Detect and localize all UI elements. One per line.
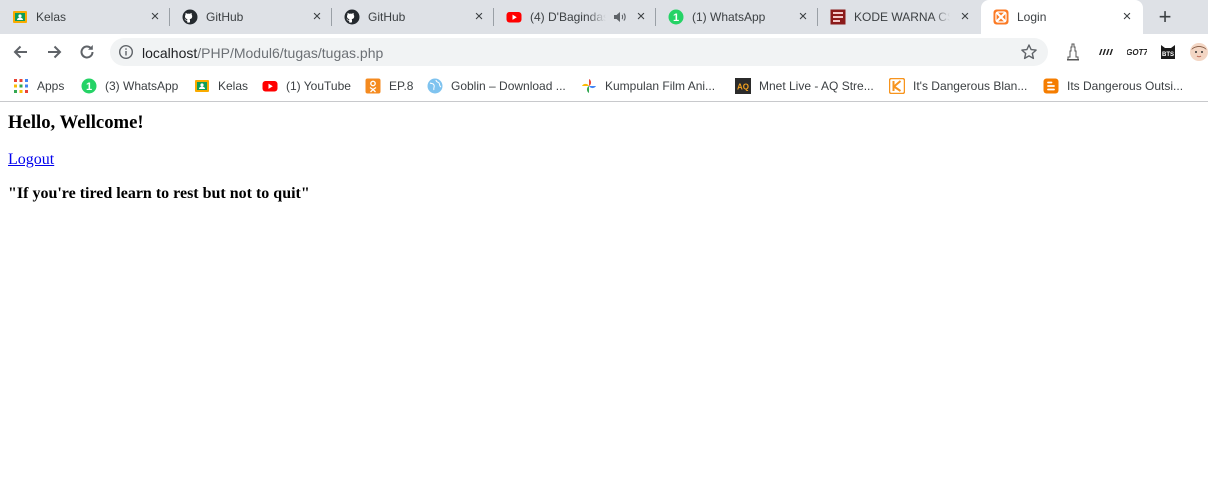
bookmark-label: Its Dangerous Outsi... — [1067, 79, 1184, 93]
github-icon — [344, 9, 360, 25]
tab-title: GitHub — [368, 10, 406, 24]
globe-icon — [427, 78, 443, 94]
tab-login-active[interactable]: Login × — [981, 0, 1143, 34]
google-classroom-icon — [13, 11, 27, 23]
tab-title: (1) WhatsApp — [692, 10, 766, 24]
svg-text:1: 1 — [673, 12, 679, 24]
quote-text: "If you're tired learn to rest but not t… — [8, 185, 310, 202]
close-tab-icon[interactable]: × — [796, 9, 810, 24]
bookmark-star-icon[interactable] — [1020, 43, 1038, 61]
url-host: localhost — [142, 45, 198, 61]
tab-github-2[interactable]: GitHub × — [332, 0, 494, 34]
bookmark-kumpulan-film[interactable]: Kumpulan Film Ani... — [581, 76, 715, 96]
profile-avatar-icon[interactable] — [1189, 42, 1208, 62]
blogger-icon — [1043, 78, 1059, 94]
bookmark-label: It's Dangerous Blan... — [913, 79, 1028, 93]
red-square-icon — [830, 9, 846, 25]
svg-text:BTS: BTS — [1162, 52, 1174, 58]
close-tab-icon[interactable]: × — [148, 9, 162, 24]
pinwheel-icon — [582, 79, 596, 93]
bookmark-label: Goblin – Download ... — [451, 79, 566, 93]
tab-kelas[interactable]: Kelas × — [0, 0, 170, 34]
svg-text:GOT7: GOT7 — [1127, 48, 1147, 57]
bookmark-label: Mnet Live - AQ Stre... — [759, 79, 874, 93]
bookmark-ep8[interactable]: EP.8 — [365, 76, 413, 96]
xampp-icon — [993, 9, 1009, 25]
bookmark-kelas[interactable]: Kelas — [194, 76, 248, 96]
bookmark-whatsapp[interactable]: 1 (3) WhatsApp — [81, 76, 178, 96]
youtube-icon — [506, 12, 522, 23]
bookmark-label: (3) WhatsApp — [105, 79, 179, 93]
bookmark-label: (1) YouTube — [286, 79, 351, 93]
extension-got7-icon[interactable]: GOT7 — [1127, 42, 1147, 62]
welcome-heading: Hello, Wellcome! — [8, 112, 144, 133]
close-tab-icon[interactable]: × — [958, 9, 972, 24]
tab-title: Login — [1017, 10, 1047, 24]
tab-title: (4) D'Bagindas — [530, 10, 606, 24]
site-info-icon[interactable] — [118, 44, 134, 60]
bookmark-label: Kumpulan Film Ani... — [605, 79, 716, 93]
tab-title: Kelas — [36, 10, 67, 24]
back-arrow-icon[interactable] — [11, 42, 31, 62]
tab-title: KODE WARNA CSS — [854, 10, 950, 24]
close-tab-icon[interactable]: × — [634, 9, 648, 24]
orange-k-icon — [889, 78, 905, 94]
close-tab-icon[interactable]: × — [1120, 9, 1134, 24]
url-text[interactable]: localhost/PHP/Modul6/tugas/tugas.php — [142, 45, 383, 61]
whatsapp-icon: 1 — [668, 9, 684, 25]
tab-strip: Kelas × GitHub × GitHub × (4) D'Bagindas — [0, 0, 1208, 34]
browser-toolbar: localhost/PHP/Modul6/tugas/tugas.php GOT… — [0, 34, 1208, 70]
bookmark-label: Apps — [37, 79, 65, 93]
bookmark-apps[interactable]: Apps — [13, 76, 64, 96]
bookmark-label: Kelas — [218, 79, 249, 93]
close-tab-icon[interactable]: × — [310, 9, 324, 24]
address-bar[interactable]: localhost/PHP/Modul6/tugas/tugas.php — [110, 38, 1048, 66]
page-content: Hello, Wellcome! Logout "If you're tired… — [0, 103, 1208, 490]
bookmark-dangerous-blan[interactable]: It's Dangerous Blan... — [889, 76, 1027, 96]
new-tab-button[interactable]: + — [1155, 6, 1175, 28]
whatsapp-icon: 1 — [81, 78, 97, 94]
tab-title: GitHub — [206, 10, 244, 24]
tab-kode-warna[interactable]: KODE WARNA CSS × — [818, 0, 980, 34]
close-tab-icon[interactable]: × — [472, 9, 486, 24]
reload-icon[interactable] — [77, 42, 97, 62]
github-icon — [182, 9, 198, 25]
bookmark-youtube[interactable]: (1) YouTube — [262, 76, 351, 96]
apps-grid-icon — [14, 79, 28, 93]
logout-link[interactable]: Logout — [8, 151, 54, 169]
svg-text:1: 1 — [86, 81, 92, 93]
svg-text:AQ: AQ — [737, 83, 749, 92]
extension-tower-icon[interactable] — [1063, 42, 1083, 62]
bookmark-label: EP.8 — [389, 79, 414, 93]
bookmark-goblin[interactable]: Goblin – Download ... — [427, 76, 566, 96]
youtube-icon — [262, 81, 278, 92]
google-classroom-icon — [195, 80, 209, 92]
bookmark-mnet[interactable]: AQ Mnet Live - AQ Stre... — [735, 76, 874, 96]
tab-whatsapp[interactable]: 1 (1) WhatsApp × — [656, 0, 818, 34]
bookmarks-bar: Apps 1 (3) WhatsApp Kelas (1) YouTube EP — [0, 70, 1208, 102]
audio-playing-icon[interactable] — [613, 11, 627, 23]
extension-stripes-icon[interactable] — [1096, 42, 1116, 62]
tab-github-1[interactable]: GitHub × — [170, 0, 332, 34]
extension-bts-icon[interactable]: BTS — [1158, 42, 1178, 62]
forward-arrow-icon[interactable] — [44, 42, 64, 62]
bookmark-dangerous-outsi[interactable]: Its Dangerous Outsi... — [1043, 76, 1183, 96]
orange-ok-icon — [365, 78, 381, 94]
url-path: /PHP/Modul6/tugas/tugas.php — [197, 45, 384, 61]
tab-youtube[interactable]: (4) D'Bagindas × — [494, 0, 656, 34]
aq-icon: AQ — [735, 78, 751, 94]
